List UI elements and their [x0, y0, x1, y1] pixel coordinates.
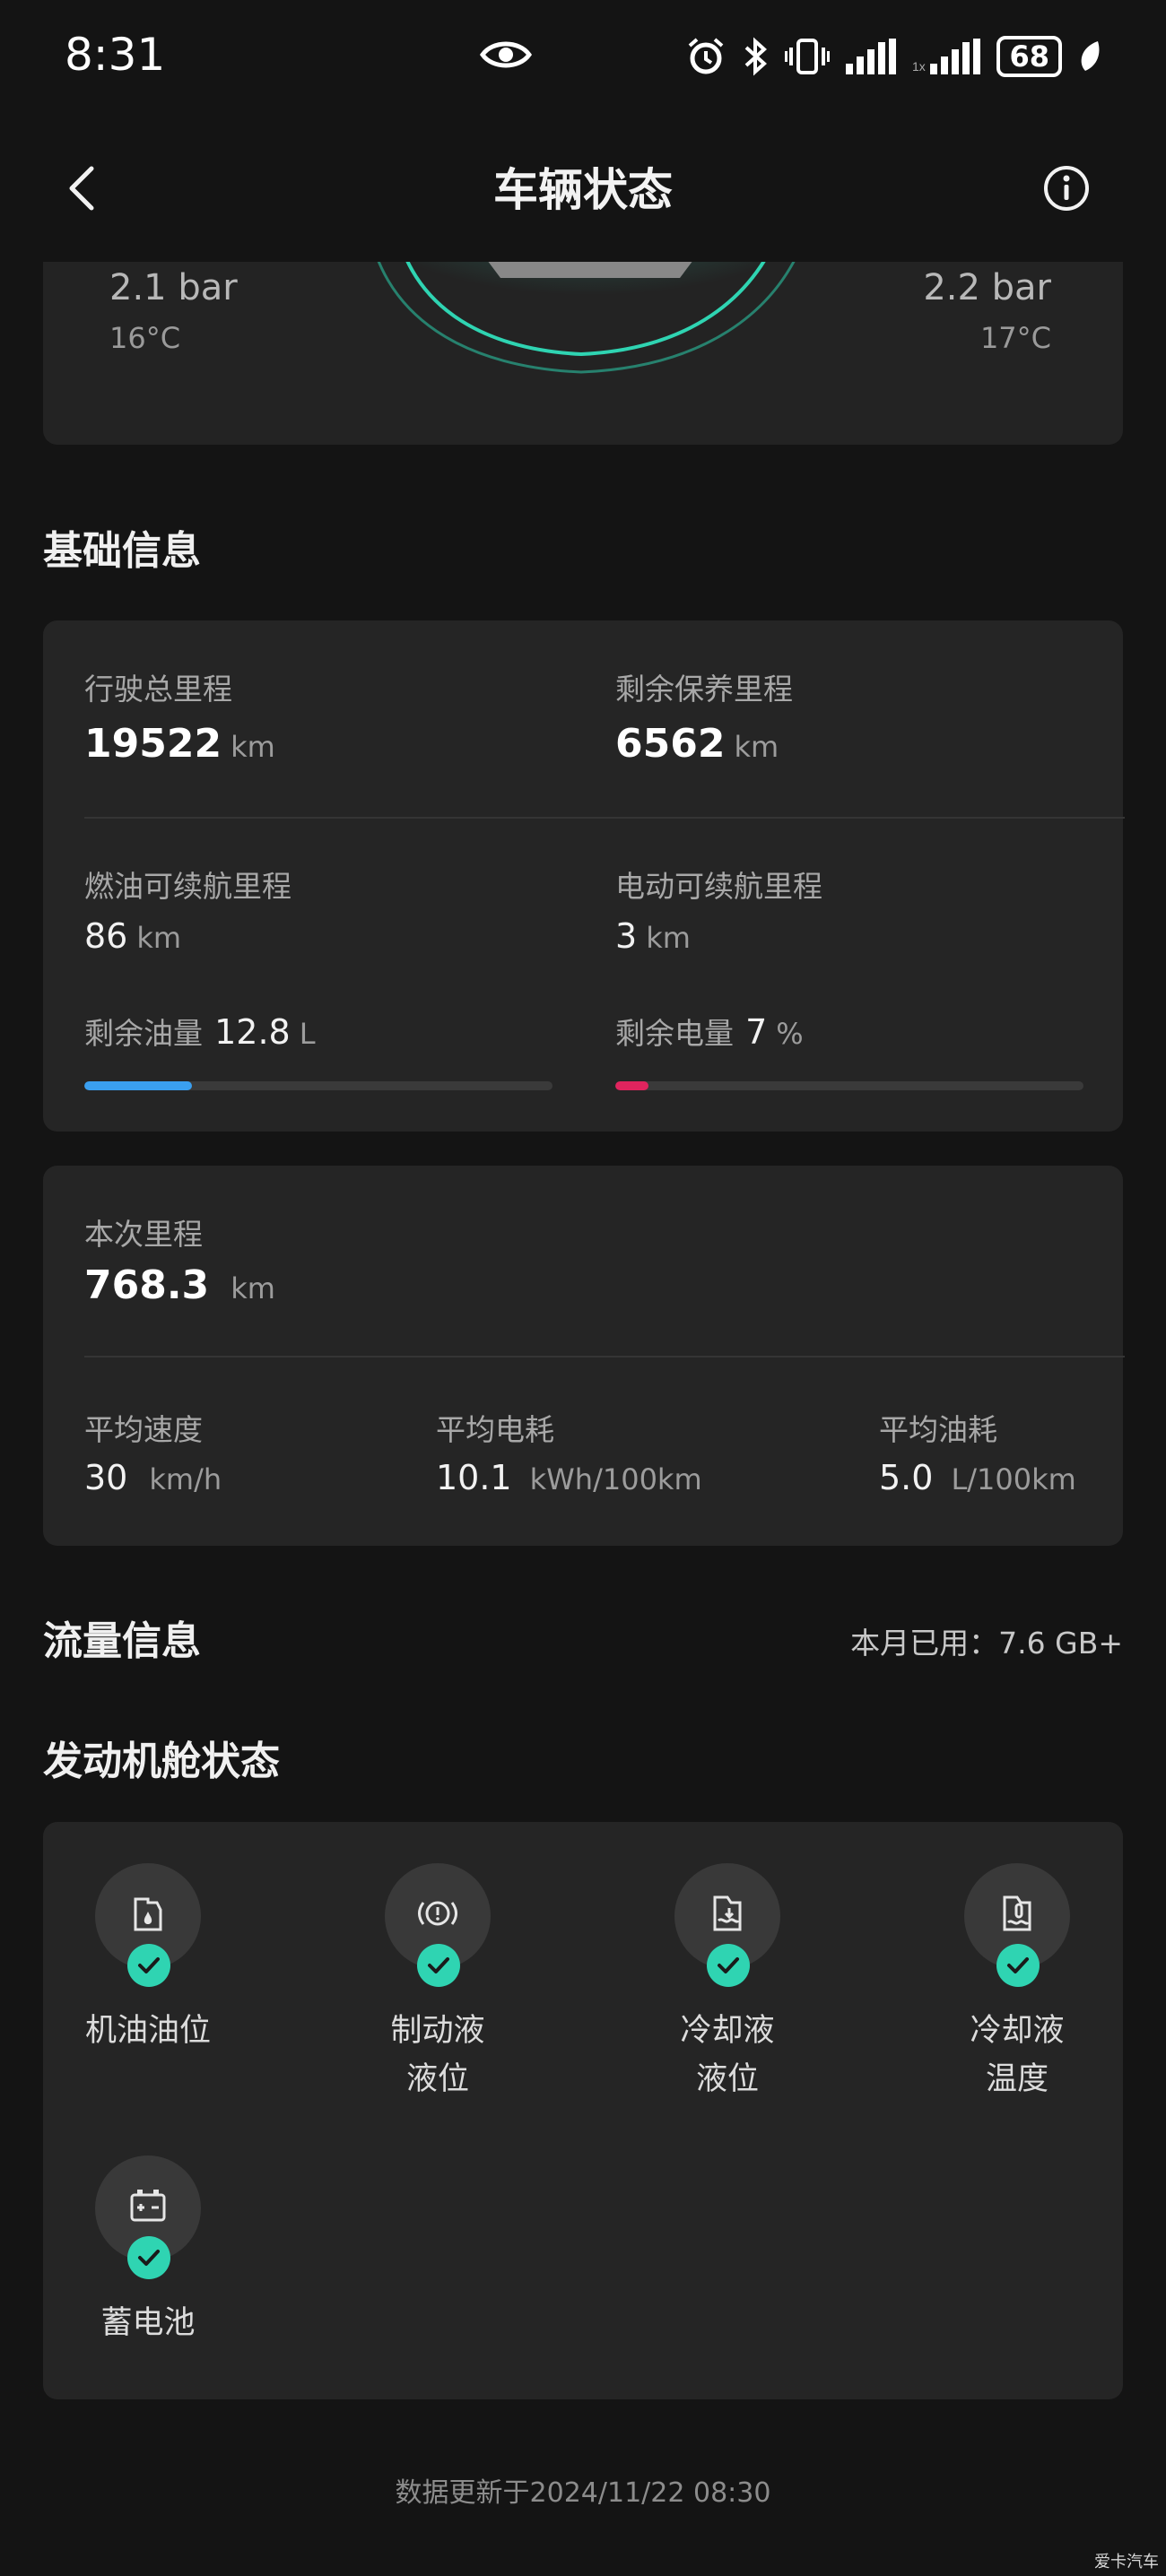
- battery-left-label: 剩余电量: [615, 1016, 734, 1051]
- signal-icon-1: [846, 39, 897, 74]
- total-mileage-label: 行驶总里程: [84, 672, 232, 707]
- battery-left-unit: %: [776, 1017, 804, 1051]
- fuel-range-unit: km: [136, 921, 182, 955]
- engine-item-brake-fluid[interactable]: 制动液 液位: [366, 1863, 509, 2103]
- avg-power-value: 10.1: [436, 1458, 512, 1497]
- engine-item-coolant-level[interactable]: 冷却液 液位: [656, 1863, 799, 2103]
- engine-item-coolant-temp[interactable]: 冷却液 温度: [945, 1863, 1089, 2103]
- trip-label: 本次里程: [84, 1217, 203, 1252]
- engine-item-label: 制动液 液位: [390, 2013, 485, 2097]
- avg-power-unit: kWh/100km: [529, 1462, 702, 1496]
- oil-can-icon: [134, 1897, 162, 1931]
- status-ok-icon: [417, 1944, 460, 1987]
- bluetooth-icon: [745, 37, 768, 76]
- tire-left-temp: 16°C: [109, 321, 181, 355]
- fuel-level-fill: [84, 1081, 193, 1090]
- fuel-range-value: 86: [84, 916, 128, 956]
- status-ok-icon: [127, 2236, 170, 2279]
- traffic-info-title: 流量信息: [43, 1618, 201, 1664]
- basic-info-title: 基础信息: [43, 528, 201, 574]
- coolant-level-icon: [713, 1895, 742, 1931]
- engine-item-label: 冷却液 温度: [970, 2013, 1065, 2097]
- fuel-level-bar: [84, 1081, 553, 1090]
- engine-icon-wrap: [95, 1863, 201, 1987]
- fuel-left-unit: L: [299, 1017, 316, 1051]
- engine-bay-card: 机油油位 制动液 液位 冷却液 液位 冷却液 温度 蓄电池: [43, 1822, 1123, 2399]
- battery-indicator: 68: [996, 36, 1062, 77]
- engine-item-oil[interactable]: 机油油位: [76, 1863, 220, 2055]
- traffic-usage: 本月已用：7.6 GB+: [850, 1626, 1123, 1661]
- trip-card: 本次里程 768.3 km 平均速度 30 km/h 平均电耗 10.1 kWh/10…: [43, 1166, 1125, 1546]
- vibrate-icon: [785, 39, 831, 74]
- fuel-range-label: 燃油可续航里程: [84, 869, 292, 904]
- avg-fuel-label: 平均油耗: [879, 1412, 997, 1447]
- trip-unit: km: [231, 1271, 275, 1305]
- status-ok-icon: [127, 1944, 170, 1987]
- status-icons: 1x 68: [686, 36, 1101, 77]
- data-updated-text: 数据更新于2024/11/22 08:30: [395, 2477, 771, 2509]
- tire-left-pressure: 2.1 bar: [109, 267, 238, 308]
- engine-icon-wrap: [95, 2155, 201, 2279]
- total-mileage-value: 19522: [84, 721, 222, 767]
- engine-icon-wrap: [385, 1863, 491, 1987]
- status-ok-icon: [996, 1944, 1040, 1987]
- avg-speed-value: 30: [84, 1458, 128, 1497]
- status-ok-icon: [707, 1944, 750, 1987]
- battery-icon: [130, 2190, 166, 2222]
- divider: [84, 817, 1125, 819]
- avg-speed-label: 平均速度: [84, 1412, 203, 1447]
- avg-fuel-value: 5.0: [879, 1458, 934, 1497]
- divider: [84, 1356, 1125, 1357]
- engine-item-label: 机油油位: [84, 2013, 211, 2049]
- fuel-left-label: 剩余油量: [84, 1016, 203, 1051]
- total-mileage-unit: km: [231, 730, 275, 764]
- status-time: 8:31: [65, 29, 166, 81]
- ev-range-value: 3: [615, 916, 638, 956]
- engine-bay-title: 发动机舱状态: [43, 1739, 280, 1784]
- watermark: 爱卡汽车: [1094, 2553, 1159, 2572]
- maintenance-mileage-label: 剩余保养里程: [615, 672, 793, 707]
- coolant-temp-icon: [1003, 1895, 1031, 1931]
- eye-icon: [480, 41, 532, 68]
- ev-range-label: 电动可续航里程: [615, 869, 822, 904]
- info-icon[interactable]: [1042, 164, 1091, 212]
- fuel-left-value: 12.8: [214, 1012, 291, 1052]
- alarm-icon: [689, 38, 724, 74]
- ev-range-unit: km: [646, 921, 691, 955]
- page-title: 车辆状态: [493, 164, 673, 216]
- battery-left-value: 7: [745, 1012, 768, 1052]
- avg-fuel-unit: L/100km: [951, 1462, 1076, 1496]
- engine-icon-wrap: [964, 1863, 1070, 1987]
- avg-speed-unit: km/h: [149, 1462, 222, 1496]
- avg-power-label: 平均电耗: [436, 1412, 554, 1447]
- battery-level-bar: [615, 1081, 1083, 1090]
- tire-right-pressure: 2.2 bar: [923, 267, 1051, 308]
- engine-icon-wrap: [674, 1863, 780, 1987]
- maintenance-mileage-unit: km: [734, 730, 779, 764]
- engine-item-battery[interactable]: 蓄电池: [76, 2155, 220, 2347]
- svg-text:1x: 1x: [912, 59, 926, 74]
- tire-right-temp: 17°C: [979, 321, 1051, 355]
- basic-info-card: 行驶总里程 19522 km 剩余保养里程 6562 km 燃油可续航里程 86 km…: [43, 620, 1125, 1132]
- engine-item-label: 冷却液 液位: [680, 2013, 775, 2097]
- brake-icon: [418, 1901, 457, 1926]
- signal-icon-2: 1x: [912, 39, 981, 74]
- trip-value: 768.3: [84, 1262, 210, 1308]
- maintenance-mileage-value: 6562: [615, 721, 726, 767]
- engine-item-label: 蓄电池: [100, 2305, 196, 2341]
- battery-level-fill: [615, 1081, 648, 1090]
- leaf-icon: [1081, 41, 1100, 71]
